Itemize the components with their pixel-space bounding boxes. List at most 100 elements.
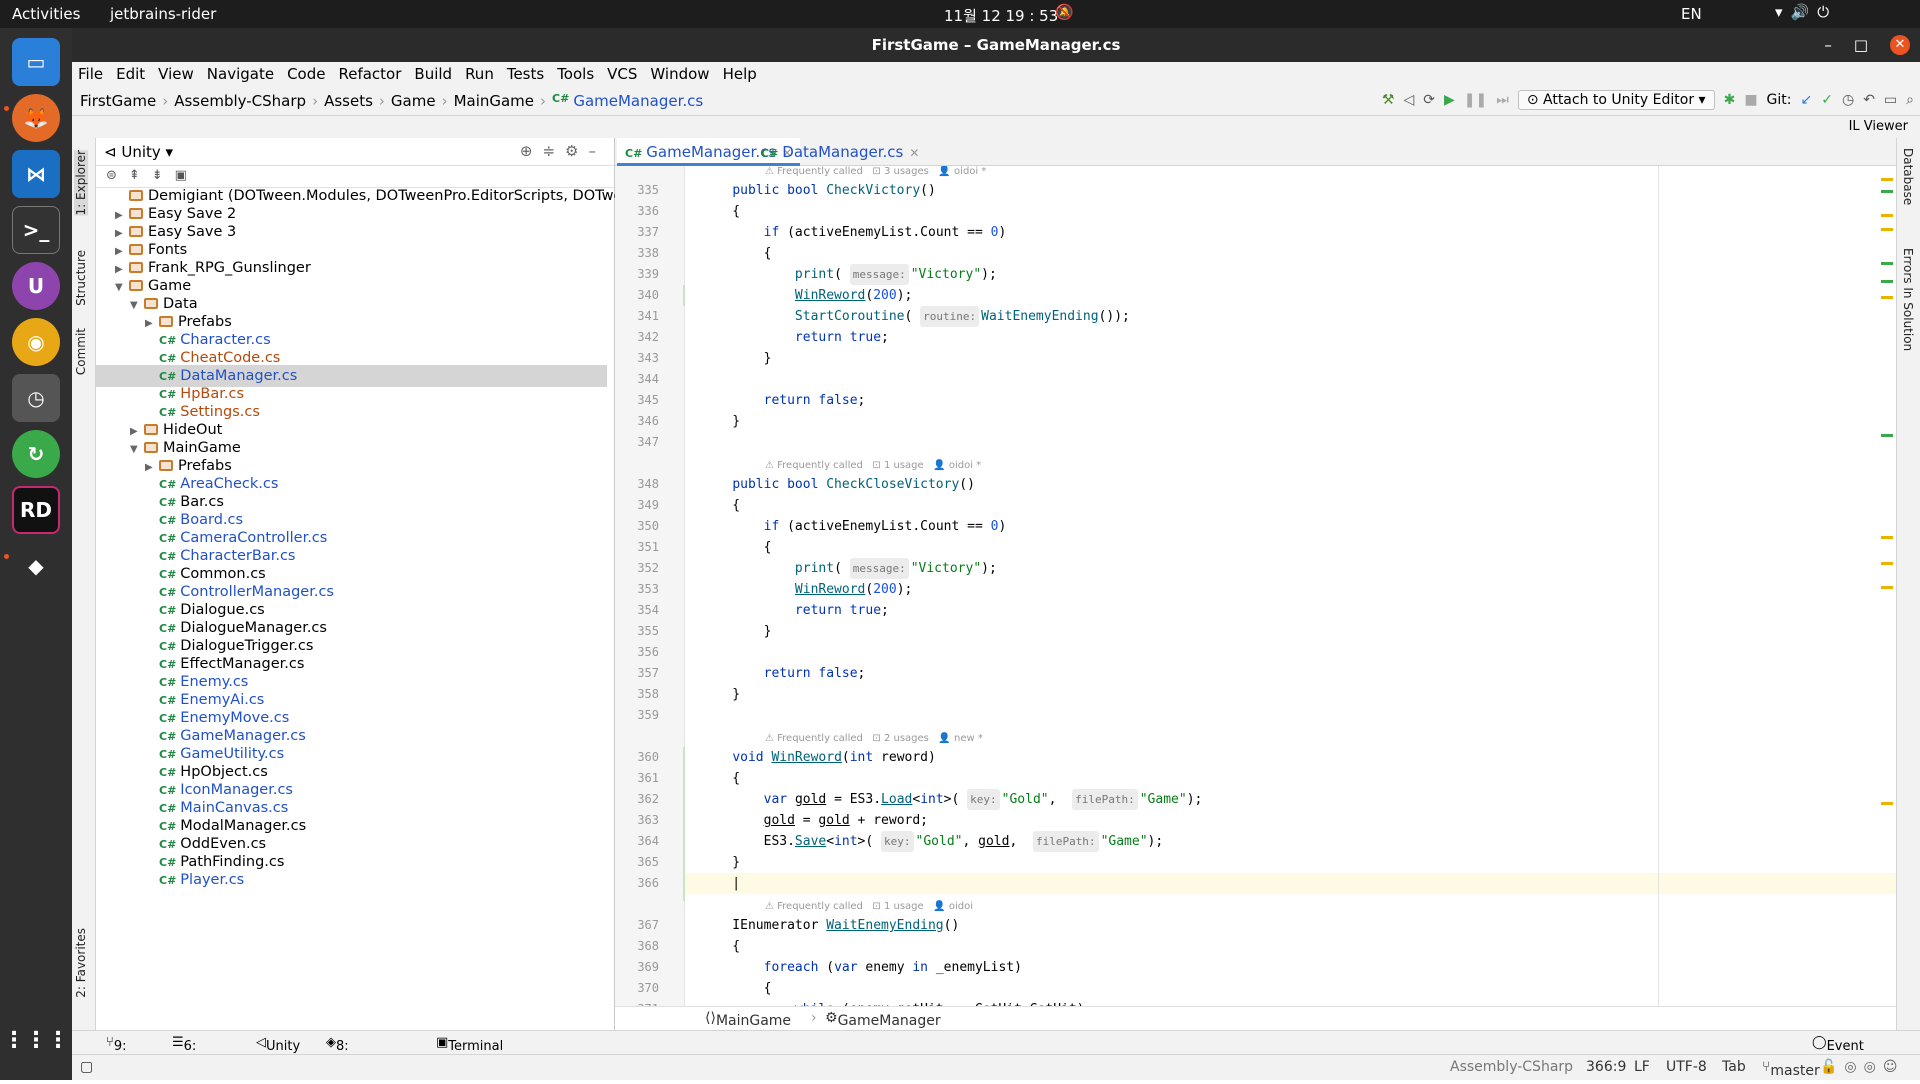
menu-tools[interactable]: Tools	[557, 62, 594, 86]
crumb-game[interactable]: Game	[391, 92, 436, 110]
code-line[interactable]: }	[685, 621, 1896, 642]
debug-icon[interactable]: ✱	[1724, 92, 1736, 108]
updater-icon[interactable]: ↻	[12, 430, 60, 478]
event-log-button[interactable]: ◯ Event Log	[1812, 1035, 1864, 1069]
close-icon[interactable]: ✕	[1890, 35, 1910, 55]
step-icon[interactable]: ⏭	[1496, 92, 1509, 108]
system-tray-icons[interactable]: ▾🔊⏻	[1775, 3, 1837, 21]
tree-file[interactable]: C# Player.cs	[96, 869, 607, 891]
menu-run[interactable]: Run	[465, 62, 494, 86]
status-line-ending[interactable]: LF	[1634, 1059, 1650, 1075]
rollback-icon[interactable]: ↶	[1863, 92, 1875, 108]
crumb-maingame[interactable]: MainGame	[454, 92, 534, 110]
code-line[interactable]: while (enemy.getHit == GetHit.GetHit)	[685, 999, 1896, 1006]
code-crumb-class[interactable]: ⚙ GameManager	[825, 1010, 941, 1029]
show-apps-icon[interactable]: ⋮⋮⋮	[3, 1016, 69, 1064]
code-line[interactable]: }	[685, 852, 1896, 873]
unity-tool-button[interactable]: ◁ Unity	[256, 1035, 300, 1054]
code-line[interactable]	[685, 642, 1896, 663]
code-line[interactable]: {	[685, 978, 1896, 999]
code-line[interactable]: {	[685, 936, 1896, 957]
unity-icon[interactable]: ◆	[12, 542, 60, 590]
explorer-actions[interactable]: ⊕≑⚙–	[520, 142, 606, 160]
structure-tab[interactable]: Structure	[74, 250, 88, 306]
code-line[interactable]: {	[685, 201, 1896, 222]
run-configuration-select[interactable]: ⊙ Attach to Unity Editor ▾	[1517, 90, 1715, 110]
run-icon[interactable]: ▶	[1444, 92, 1455, 108]
status-indent[interactable]: Tab	[1722, 1059, 1746, 1075]
code-line[interactable]: }	[685, 348, 1896, 369]
unit-tests-tool-button[interactable]: ◈ 8: Unit Tests	[326, 1035, 368, 1084]
layout-icon[interactable]: ▭	[1884, 92, 1897, 108]
unity-run-icon[interactable]: ◁	[1403, 92, 1414, 108]
stop-icon[interactable]: ■	[1744, 92, 1757, 108]
code-line[interactable]: ES3.Save<int>( key: "Gold", gold, filePat…	[685, 831, 1896, 852]
code-line[interactable]	[685, 369, 1896, 390]
code-line[interactable]: WinReword(200);	[685, 285, 1896, 306]
history-icon[interactable]: ◷	[1842, 92, 1854, 108]
menu-tests[interactable]: Tests	[507, 62, 544, 86]
crumb-file[interactable]: GameManager.cs	[573, 92, 703, 110]
code-vision-hint[interactable]: ⚠ Frequently called ⊡ 1 usage 👤 oidoi *	[765, 460, 981, 471]
database-tab[interactable]: Database	[1901, 148, 1915, 205]
code-line[interactable]: }	[685, 411, 1896, 432]
menu-window[interactable]: Window	[650, 62, 709, 86]
menu-help[interactable]: Help	[723, 62, 757, 86]
pause-icon[interactable]: ❚❚	[1464, 92, 1487, 108]
firefox-icon[interactable]: 🦊	[12, 94, 60, 142]
code-line[interactable]: }	[685, 684, 1896, 705]
code-line[interactable]: WinReword(200);	[685, 579, 1896, 600]
minimize-icon[interactable]: –	[1824, 28, 1832, 62]
code-editor[interactable]: ⚠ Frequently called ⊡ 3 usages 👤 oidoi *…	[685, 166, 1896, 1006]
code-vision-hint[interactable]: ⚠ Frequently called ⊡ 1 usage 👤 oidoi	[765, 901, 973, 912]
code-line[interactable]: return false;	[685, 390, 1896, 411]
errors-in-solution-tab[interactable]: Errors In Solution	[1901, 248, 1915, 351]
code-crumb-namespace[interactable]: ⟨⟩ MainGame	[705, 1010, 791, 1029]
explorer-tab[interactable]: 1: Explorer	[74, 150, 88, 216]
code-line[interactable]: if (activeEnemyList.Count == 0)	[685, 222, 1896, 243]
refresh-icon[interactable]: ⟳	[1423, 92, 1435, 108]
code-line[interactable]: public bool CheckVictory()	[685, 180, 1896, 201]
search-icon[interactable]: ⌕	[1906, 92, 1914, 108]
git-tool-button[interactable]: ⑂ 9: Git	[106, 1035, 133, 1069]
code-line[interactable]: {	[685, 243, 1896, 264]
menu-file[interactable]: File	[78, 62, 103, 86]
terminal-tool-button[interactable]: ▣ Terminal	[436, 1035, 503, 1054]
commit-tab[interactable]: Commit	[74, 328, 88, 375]
code-line[interactable]: foreach (var enemy in _enemyList)	[685, 957, 1896, 978]
error-stripe[interactable]	[1878, 166, 1896, 1006]
rider-icon[interactable]: RD	[12, 486, 60, 534]
crumb-assets[interactable]: Assets	[324, 92, 373, 110]
code-line[interactable]: {	[685, 495, 1896, 516]
code-line[interactable]: IEnumerator WaitEnemyEnding()	[685, 915, 1896, 936]
favorites-tab[interactable]: 2: Favorites	[74, 928, 88, 998]
menu-view[interactable]: View	[158, 62, 194, 86]
code-line[interactable]: var gold = ES3.Load<int>( key: "Gold", fi…	[685, 789, 1896, 810]
crumb-solution[interactable]: FirstGame	[80, 92, 156, 110]
code-line[interactable]: {	[685, 768, 1896, 789]
code-line[interactable]: print( message: "Victory");	[685, 558, 1896, 579]
explorer-view-select[interactable]: ⊲ Unity ▾	[104, 143, 173, 161]
status-branch[interactable]: ⑂ master	[1762, 1059, 1820, 1079]
code-line[interactable]: return true;	[685, 327, 1896, 348]
code-line[interactable]: StartCoroutine( routine: WaitEnemyEnding(…	[685, 306, 1896, 327]
ubuntu-software-icon[interactable]: U	[12, 262, 60, 310]
git-commit-icon[interactable]: ✓	[1821, 92, 1833, 108]
build-hammer-icon[interactable]: ⚒	[1382, 92, 1395, 108]
menu-code[interactable]: Code	[287, 62, 325, 86]
menu-edit[interactable]: Edit	[116, 62, 145, 86]
code-line[interactable]	[685, 432, 1896, 453]
code-vision-hint[interactable]: ⚠ Frequently called ⊡ 3 usages 👤 oidoi *	[765, 166, 986, 177]
status-icons[interactable]: 🔓◎◎☺	[1820, 1059, 1904, 1075]
input-language[interactable]: EN	[1681, 5, 1702, 23]
activities-button[interactable]: Activities	[12, 5, 80, 23]
menu-build[interactable]: Build	[414, 62, 452, 86]
code-line[interactable]: return false;	[685, 663, 1896, 684]
code-line[interactable]: gold = gold + reword;	[685, 810, 1896, 831]
editor-tab[interactable]: C# DataManager.cs ✕	[753, 138, 927, 166]
menu-navigate[interactable]: Navigate	[207, 62, 274, 86]
git-update-icon[interactable]: ↙	[1801, 92, 1813, 108]
il-viewer-button[interactable]: IL Viewer	[1849, 119, 1908, 134]
code-line[interactable]: print( message: "Victory");	[685, 264, 1896, 285]
code-line[interactable]: void WinReword(int reword)	[685, 747, 1896, 768]
